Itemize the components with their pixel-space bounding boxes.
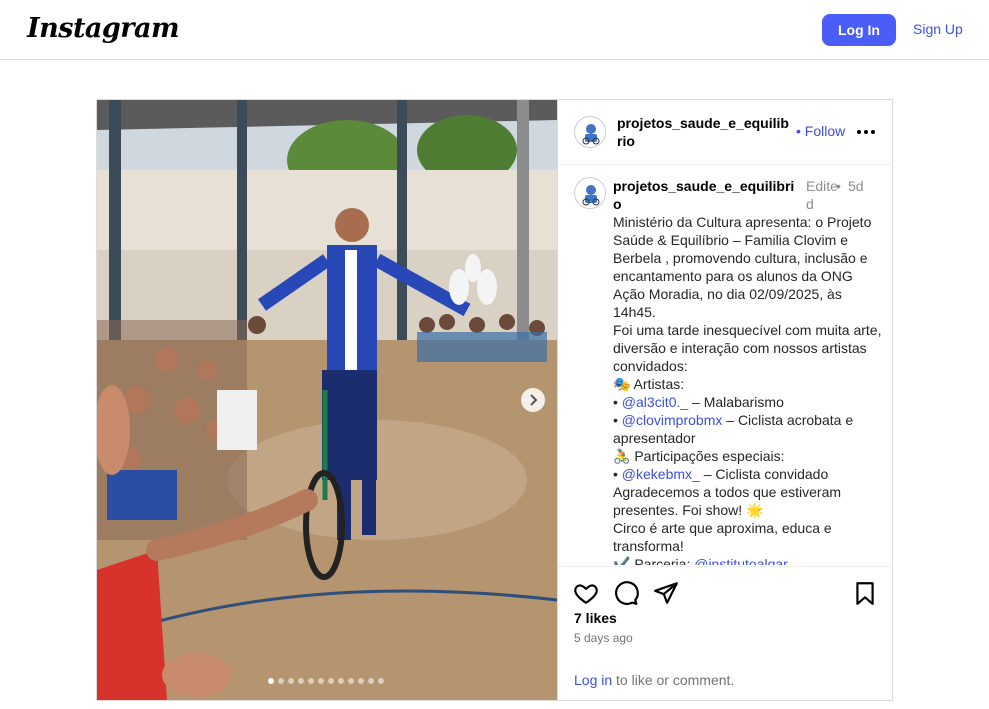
post-date[interactable]: 5 days ago [574,631,633,645]
follow-separator: • [796,123,801,139]
post-photo [97,100,557,700]
comment-author-avatar[interactable] [574,177,606,209]
heart-icon[interactable] [573,580,599,606]
top-navigation-bar: Instagram Log In Sign Up [0,0,989,60]
caption-line: • @kekebmx_ – Ciclista convidado [613,465,883,483]
caption-text: 🎭 Artistas: [613,376,685,392]
carousel-dot [368,678,374,684]
carousel-dot [328,678,334,684]
caption-text: Foi uma tarde inesquecível com muita art… [613,322,882,374]
mention-link[interactable]: @kekebmx_ [622,466,700,482]
next-image-button[interactable] [521,388,545,412]
follow-label: Follow [804,123,846,139]
time-value: 5d [848,178,864,194]
carousel-dot [358,678,364,684]
comments-section[interactable]: projetos_saude_e_equilibrio Edited • 5d … [558,165,893,565]
carousel-dot [318,678,324,684]
login-link[interactable]: Log in [574,672,612,688]
post-caption: Ministério da Cultura apresenta: o Proje… [613,213,883,565]
caption-text: – Malabarismo [688,394,784,410]
carousel-dot [338,678,344,684]
carousel-dot [348,678,354,684]
caption-text: Agradecemos a todos que estiveram presen… [613,484,842,518]
avatar-image [576,118,605,147]
author-username[interactable]: projetos_saude_e_equilibrio [617,114,789,150]
caption-line: Ministério da Cultura apresenta: o Proje… [613,213,883,321]
post-side-panel: projetos_saude_e_equilibrio • Follow pro… [557,100,893,700]
caption-prefix: ✔️ Parceria: [613,556,695,565]
caption-line: Agradecemos a todos que estiveram presen… [613,483,883,519]
mention-link[interactable]: @clovimprobmx [622,412,723,428]
caption-prefix: • [613,394,622,410]
caption-line: • @al3cit0._ – Malabarismo [613,393,883,411]
comment-username[interactable]: projetos_saude_e_equilibrio [613,177,799,213]
mention-link[interactable]: @institutoalgar [694,556,788,565]
likes-count[interactable]: 7 likes [574,610,617,626]
post-card: projetos_saude_e_equilibrio • Follow pro… [96,99,893,701]
caption-prefix: • [613,412,622,428]
bookmark-icon[interactable] [852,580,878,606]
caption-text: 🚴 Participações especiais: [613,448,785,464]
login-prompt: Log in to like or comment. [574,672,734,688]
caption-line: Foi uma tarde inesquecível com muita art… [613,321,883,375]
caption-prefix: • [613,466,622,482]
sign-up-link[interactable]: Sign Up [913,21,963,37]
follow-button[interactable]: • Follow [796,123,845,139]
carousel-dot [278,678,284,684]
caption-line: • @clovimprobmx – Ciclista acrobata e ap… [613,411,883,447]
carousel-dot [308,678,314,684]
caption-line: 🚴 Participações especiais: [613,447,883,465]
caption-text: Circo é arte que aproxima, educa e trans… [613,520,832,554]
share-icon[interactable] [653,580,679,606]
caption-line: Circo é arte que aproxima, educa e trans… [613,519,883,555]
caption-line: ✔️ Parceria: @institutoalgar [613,555,883,565]
avatar-image [576,179,605,208]
carousel-dot [298,678,304,684]
carousel-indicator [268,678,384,684]
carousel-dot [268,678,274,684]
author-avatar[interactable] [574,116,606,148]
mention-link[interactable]: @al3cit0._ [622,394,688,410]
time-separator: • [836,178,841,194]
post-image[interactable] [97,100,557,700]
caption-text: Ministério da Cultura apresenta: o Proje… [613,214,872,320]
comment-icon[interactable] [613,580,639,606]
caption-line: 🎭 Artistas: [613,375,883,393]
log-in-button[interactable]: Log In [822,14,896,46]
carousel-dot [288,678,294,684]
comment-timestamp: • 5d [836,177,868,195]
caption-text: – Ciclista convidado [699,466,829,482]
chevron-right-icon [530,394,538,406]
login-prompt-text: to like or comment. [612,672,735,688]
action-bar [558,566,893,606]
carousel-dot [378,678,384,684]
post-header: projetos_saude_e_equilibrio • Follow [558,100,893,165]
more-icon[interactable] [856,122,876,142]
instagram-logo[interactable]: Instagram [27,13,180,44]
